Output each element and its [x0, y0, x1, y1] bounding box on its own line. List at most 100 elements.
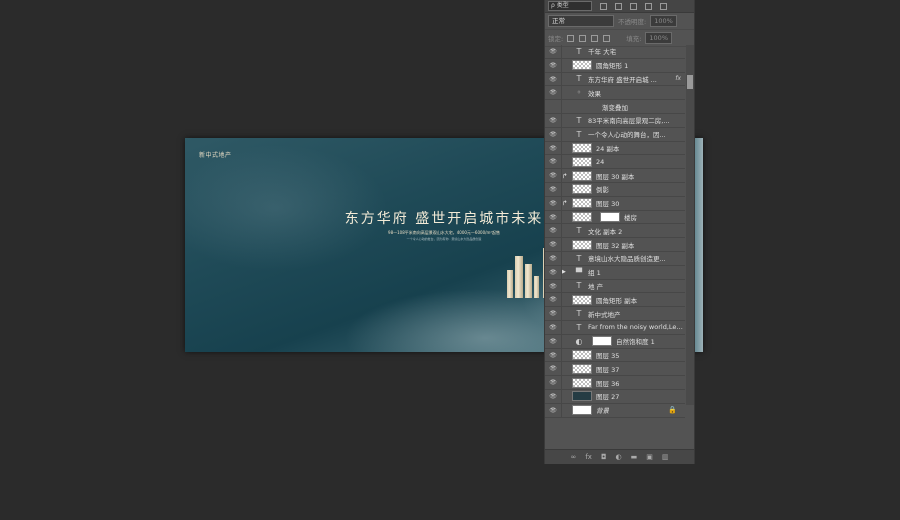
opacity-input[interactable]: 100%	[650, 15, 677, 27]
filter-kind-select[interactable]: ρ 类型	[548, 1, 592, 11]
new-group-icon[interactable]: ▬	[631, 453, 638, 461]
layer-row[interactable]: 👁 楼房	[545, 210, 685, 225]
lock-brush-icon[interactable]	[579, 34, 587, 42]
eye-icon[interactable]: 👁	[545, 127, 562, 141]
eye-icon[interactable]: 👁	[545, 279, 562, 293]
text-layer-icon: T	[576, 281, 582, 291]
layer-row[interactable]: 👁 T 千年 大宅	[545, 45, 685, 59]
filter-pixel-icon[interactable]	[600, 2, 607, 10]
layer-row[interactable]: 👁 圆角矩形 副本	[545, 293, 685, 308]
new-adjustment-icon[interactable]: ◐	[616, 453, 622, 461]
eye-icon[interactable]: 👁	[545, 72, 562, 86]
eye-icon[interactable]: 👁	[545, 320, 562, 334]
layers-filter-bar: ρ 类型	[545, 0, 694, 13]
eye-icon[interactable]: 👁	[545, 362, 562, 376]
layer-row[interactable]: 👁 T 新中式地产	[545, 307, 685, 321]
layer-row[interactable]: 👁 图层 35	[545, 348, 685, 363]
layer-name: 一个令人心动的舞台，因...	[588, 131, 666, 140]
eye-icon[interactable]: 👁	[545, 348, 562, 362]
eye-icon[interactable]: 👁	[545, 224, 562, 238]
new-layer-icon[interactable]: ▣	[646, 453, 653, 461]
eye-icon[interactable]: 👁	[545, 155, 562, 169]
opacity-label: 不透明度:	[618, 18, 647, 26]
layer-name: 图层 30	[596, 200, 620, 209]
layer-name: 24 副本	[596, 144, 620, 153]
eye-icon[interactable]: 👁	[545, 210, 562, 224]
eye-icon[interactable]: 👁	[545, 334, 562, 348]
layer-row[interactable]: 👁 ◐ 自然饱和度 1	[545, 334, 685, 349]
layer-row[interactable]: 👁 T Far from the noisy world,Let...	[545, 320, 685, 335]
text-layer-icon: T	[576, 322, 582, 332]
layer-row[interactable]: 👁 T 东方华府 盛世开启城 ... fx	[545, 72, 685, 87]
link-layers-icon[interactable]: ∞	[571, 453, 577, 461]
layer-row[interactable]: 👁 T 83平米南向高层景观二房,...	[545, 113, 685, 128]
canvas-brand: 新中式地产	[199, 152, 232, 159]
lock-move-icon[interactable]	[591, 34, 599, 42]
layer-row[interactable]: 👁 图层 37	[545, 362, 685, 377]
eye-icon[interactable]: 👁	[545, 58, 562, 72]
layer-row[interactable]: 👁 ▶ ▀ 组 1	[545, 265, 685, 280]
layer-row[interactable]: 👁 T 意境山水大隐品质创造更...	[545, 251, 685, 266]
eye-icon[interactable]: 👁	[545, 45, 562, 58]
eye-icon[interactable]: 👁	[545, 141, 562, 155]
eye-icon[interactable]: 👁	[545, 251, 562, 265]
eye-icon[interactable]: 👁	[545, 238, 562, 251]
layer-name: 意境山水大隐品质创造更...	[588, 255, 666, 264]
fill-input[interactable]: 100%	[645, 32, 672, 44]
layer-row[interactable]: 👁 图层 36	[545, 376, 685, 390]
layer-thumbnail	[572, 170, 592, 181]
layer-row[interactable]: 👁 24 副本	[545, 141, 685, 156]
adjustment-icon: ◐	[575, 336, 583, 346]
layer-row[interactable]: 👁 ↱ 图层 30 副本	[545, 169, 685, 183]
layer-row[interactable]: 👁 图层 27	[545, 389, 685, 404]
eye-icon[interactable]: 👁	[545, 169, 562, 182]
layer-name: 效果	[588, 89, 601, 98]
layer-row[interactable]: 👁 ◦ 效果	[545, 86, 685, 101]
eye-icon[interactable]: 👁	[545, 86, 562, 100]
layer-row[interactable]: 👁 背景 🔒	[545, 403, 685, 418]
layer-row[interactable]: 👁 图层 32 副本	[545, 238, 685, 252]
blend-mode-select[interactable]: 正常	[548, 15, 614, 27]
layer-mask-thumbnail[interactable]	[600, 211, 620, 222]
layer-row[interactable]: 渐变叠加	[545, 100, 685, 114]
layer-name: 自然饱和度 1	[616, 338, 655, 347]
filter-adjust-icon[interactable]	[615, 2, 622, 10]
layer-row[interactable]: 👁 ↱ 图层 30	[545, 196, 685, 211]
expand-arrow-icon[interactable]: ▶	[562, 269, 568, 275]
eye-icon[interactable]: 👁	[545, 113, 562, 127]
filter-smart-icon[interactable]	[660, 2, 667, 10]
layer-row[interactable]: 👁 24	[545, 155, 685, 170]
layer-row[interactable]: 👁 T 地 产	[545, 279, 685, 294]
eye-icon[interactable]: 👁	[545, 376, 562, 389]
eye-icon[interactable]	[545, 100, 562, 113]
eye-icon[interactable]: 👁	[545, 293, 562, 307]
eye-icon[interactable]: 👁	[545, 389, 562, 403]
fx-icon[interactable]: fx	[675, 75, 681, 82]
filter-shape-icon[interactable]	[645, 2, 652, 10]
layers-scrollbar[interactable]	[686, 45, 694, 405]
layer-thumbnail	[572, 349, 592, 360]
scrollbar-thumb[interactable]	[687, 75, 693, 89]
eye-icon[interactable]: 👁	[545, 265, 562, 279]
eye-icon[interactable]: 👁	[545, 196, 562, 210]
layer-name: 文化 副本 2	[588, 227, 623, 236]
add-mask-icon[interactable]: ◘	[601, 453, 607, 461]
layer-name: 组 1	[588, 269, 601, 278]
layer-style-icon[interactable]: fx	[585, 453, 592, 461]
delete-layer-icon[interactable]: ▥	[662, 453, 669, 461]
eye-icon[interactable]: 👁	[545, 307, 562, 320]
layer-mask-thumbnail[interactable]	[592, 336, 612, 347]
layer-list: 👁 T 千年 大宅 👁 圆角矩形 1 👁 T 东方华府 盛世开启城 ... fx 👁 ◦ 效果 渐变叠加…	[545, 45, 685, 418]
layer-row[interactable]: 👁 倒影	[545, 182, 685, 197]
layer-name: 图层 27	[596, 393, 620, 402]
layer-name: 东方华府 盛世开启城 ...	[588, 75, 657, 84]
eye-icon[interactable]: 👁	[545, 182, 562, 196]
layer-row[interactable]: 👁 T 文化 副本 2	[545, 224, 685, 239]
lock-pixels-icon[interactable]	[567, 34, 575, 42]
lock-all-icon[interactable]	[603, 34, 611, 42]
eye-icon[interactable]: 👁	[545, 403, 562, 417]
filter-type-icon[interactable]	[630, 2, 637, 10]
layer-row[interactable]: 👁 圆角矩形 1	[545, 58, 685, 73]
layer-row[interactable]: 👁 T 一个令人心动的舞台，因...	[545, 127, 685, 142]
layer-name: 图层 30 副本	[596, 172, 635, 181]
